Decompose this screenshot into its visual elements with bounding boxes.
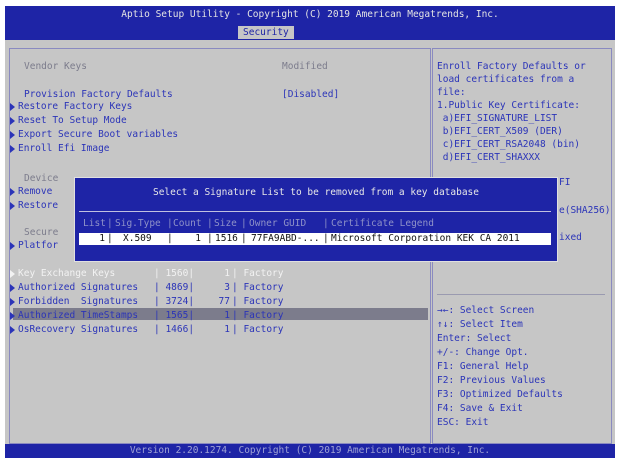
help-text-line: d)EFI_CERT_SHAXXX — [437, 152, 540, 163]
header-separator: | — [207, 218, 213, 229]
submenu-arrow-icon — [10, 145, 15, 153]
help-text-line: file: — [437, 87, 466, 98]
key-row-count: 77 — [218, 296, 230, 307]
submenu-arrow-icon — [10, 298, 15, 306]
title-bar: Aptio Setup Utility - Copyright (C) 2019… — [5, 6, 615, 40]
help-text-partial: ixed — [559, 232, 582, 243]
row-count: 1 — [195, 233, 201, 244]
key-row-source: | Factory — [232, 324, 284, 335]
help-key-f2: F2: Previous Values — [437, 375, 546, 386]
submenu-arrow-icon — [10, 202, 15, 210]
help-key-f3: F3: Optimized Defaults — [437, 389, 563, 400]
help-text-line: load certificates from a — [437, 74, 575, 85]
key-row-source: | Factory — [232, 268, 284, 279]
submenu-arrow-icon — [10, 312, 15, 320]
device-guard-label: Device — [24, 173, 59, 184]
row-separator: | — [241, 233, 247, 244]
help-key-select-screen: →←: Select Screen — [437, 305, 535, 316]
header-separator: | — [107, 218, 113, 229]
help-text-line: 1.Public Key Certificate: — [437, 100, 580, 111]
help-key-enter: Enter: Select — [437, 333, 512, 344]
row-separator: | — [107, 233, 113, 244]
submenu-arrow-icon — [10, 103, 15, 111]
help-text-line: Enroll Factory Defaults or — [437, 61, 586, 72]
row-certificate-legend: Microsoft Corporation KEK CA 2011 — [331, 233, 520, 244]
row-size: 1516 — [215, 233, 238, 244]
key-row-source: | Factory — [232, 282, 284, 293]
menu-restore[interactable]: Restore — [18, 200, 58, 212]
row-list: 1 — [99, 233, 105, 244]
help-text-line: c)EFI_CERT_RSA2048 (bin) — [437, 139, 580, 150]
bios-screen: Aptio Setup Utility - Copyright (C) 2019… — [5, 6, 615, 458]
secure-boot-label: Secure — [24, 227, 59, 238]
footer-version: Version 2.20.1274. Copyright (C) 2019 Am… — [129, 445, 491, 456]
header-separator: | — [323, 218, 329, 229]
menu-reset-to-setup-mode[interactable]: Reset To Setup Mode — [18, 115, 127, 127]
submenu-arrow-icon — [10, 326, 15, 334]
row-separator: | — [323, 233, 329, 244]
dialog-title: Select a Signature List to be removed fr… — [152, 187, 479, 198]
vendor-keys-value: Modified — [282, 61, 328, 72]
tab-security[interactable]: Security — [238, 26, 294, 39]
key-row-size: | 1560| — [154, 268, 195, 279]
key-row-count: 1 — [224, 268, 230, 279]
header-list: List — [83, 218, 106, 229]
submenu-arrow-icon — [10, 270, 15, 278]
submenu-arrow-icon — [10, 188, 15, 196]
menu-platform-key[interactable]: Platfor — [18, 240, 58, 252]
help-text-partial: FI — [559, 177, 571, 188]
header-size: Size — [214, 218, 237, 229]
submenu-arrow-icon — [10, 242, 15, 250]
provision-factory-defaults-label[interactable]: Provision Factory Defaults — [24, 89, 173, 101]
help-text-line: a)EFI_SIGNATURE_LIST — [437, 113, 558, 124]
vendor-keys-label: Vendor Keys — [24, 61, 87, 72]
key-row-size: | 4869| — [154, 282, 195, 293]
header-separator: | — [167, 218, 173, 229]
submenu-arrow-icon — [10, 131, 15, 139]
key-row-size: | 1565| — [154, 310, 195, 321]
menu-remove[interactable]: Remove — [18, 186, 52, 198]
dialog-header-row: List | Sig.Type | Count | Size | Owner G… — [75, 218, 557, 230]
header-certificate-legend: Certificate Legend — [331, 218, 434, 229]
help-key-f1: F1: General Help — [437, 361, 529, 372]
key-row-source: | Factory — [232, 296, 284, 307]
menu-restore-factory-keys[interactable]: Restore Factory Keys — [18, 101, 132, 113]
help-key-esc: ESC: Exit — [437, 417, 489, 428]
header-sig-type: Sig.Type — [115, 218, 161, 229]
key-row-count: 3 — [224, 282, 230, 293]
row-owner-guid: 77FA9ABD-... — [251, 233, 320, 244]
key-row-source: | Factory — [232, 310, 284, 321]
submenu-arrow-icon — [10, 117, 15, 125]
submenu-arrow-icon — [10, 284, 15, 292]
help-text-partial: e(SHA256) — [559, 205, 611, 216]
key-row-count: 1 — [224, 310, 230, 321]
header-separator: | — [241, 218, 247, 229]
help-text-line: b)EFI_CERT_X509 (DER) — [437, 126, 563, 137]
help-divider — [437, 294, 605, 295]
window-title: Aptio Setup Utility - Copyright (C) 2019… — [121, 9, 499, 20]
key-row-size: | 3724| — [154, 296, 195, 307]
header-count: Count — [173, 218, 202, 229]
help-key-change-opt: +/-: Change Opt. — [437, 347, 529, 358]
footer-bar: Version 2.20.1274. Copyright (C) 2019 Am… — [5, 444, 615, 458]
signature-list-row[interactable]: 1 | X.509 | 1 | 1516 | 77FA9ABD-... | Mi… — [79, 233, 551, 245]
remove-signature-dialog: Select a Signature List to be removed fr… — [74, 177, 558, 262]
menu-export-secure-boot-variables[interactable]: Export Secure Boot variables — [18, 129, 178, 141]
key-row-size: | 1466| — [154, 324, 195, 335]
header-owner-guid: Owner GUID — [249, 218, 307, 229]
provision-factory-defaults-value[interactable]: [Disabled] — [282, 89, 339, 101]
row-separator: | — [207, 233, 213, 244]
key-row-count: 1 — [224, 324, 230, 335]
row-separator: | — [167, 233, 173, 244]
help-key-select-item: ↑↓: Select Item — [437, 319, 523, 330]
dialog-divider — [79, 211, 551, 212]
help-key-f4: F4: Save & Exit — [437, 403, 523, 414]
menu-enroll-efi-image[interactable]: Enroll Efi Image — [18, 143, 110, 155]
row-sig-type: X.509 — [123, 233, 152, 244]
